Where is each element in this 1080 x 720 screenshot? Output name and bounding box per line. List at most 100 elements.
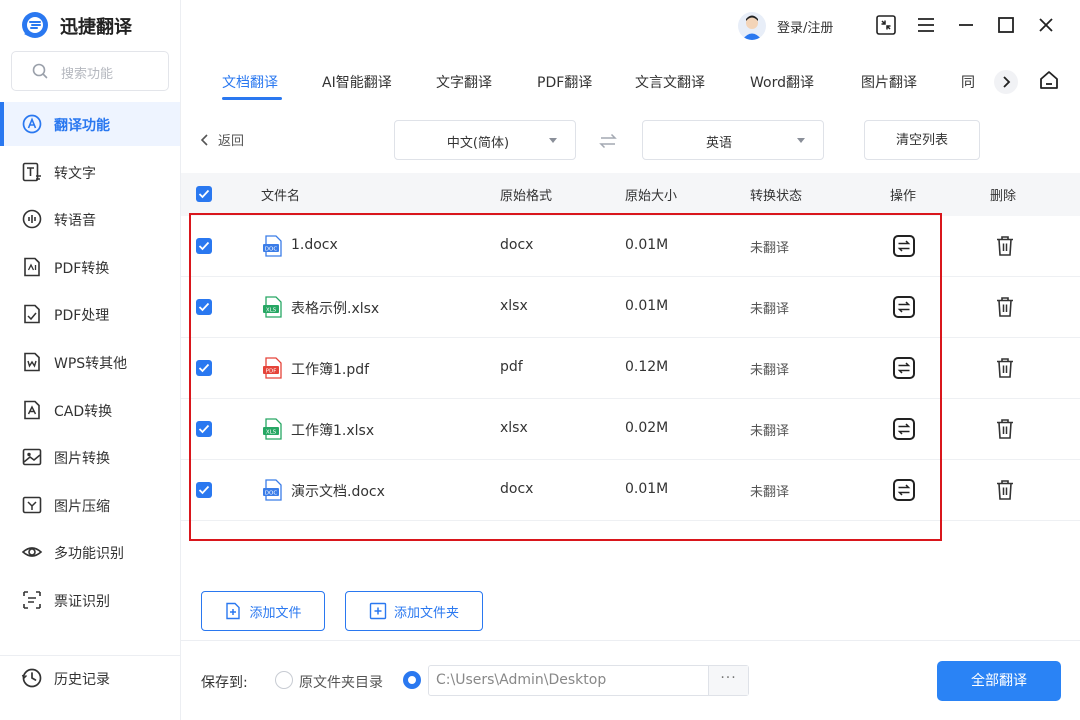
maximize-icon[interactable] <box>994 13 1018 37</box>
trash-icon[interactable] <box>994 417 1016 441</box>
swap-arrows-icon <box>897 301 911 313</box>
search-box[interactable]: 搜索功能 <box>11 51 169 91</box>
file-format: xlsx <box>500 420 528 436</box>
row-checkbox[interactable] <box>196 299 212 315</box>
translate-row-button[interactable] <box>893 235 915 257</box>
translate-row-button[interactable] <box>893 296 915 318</box>
table-row[interactable]: PDF 工作簿1.pdf pdf 0.12M 未翻译 <box>181 338 1080 399</box>
xls-file-icon: XLS <box>263 296 282 318</box>
sidebar-item-cad[interactable]: CAD转换 <box>0 388 180 432</box>
trash-icon[interactable] <box>994 234 1016 258</box>
tab-text[interactable]: 文字翻译 <box>436 72 492 92</box>
cad-icon <box>24 400 40 419</box>
source-language-select[interactable]: 中文(简体) <box>394 120 576 160</box>
sidebar-item-label: 图片转换 <box>54 451 110 468</box>
svg-text:PDF: PDF <box>266 368 277 374</box>
sidebar-item-label: PDF转换 <box>54 260 110 277</box>
swap-icon[interactable] <box>598 131 618 151</box>
radio-custom-path[interactable] <box>403 671 421 689</box>
wps-icon <box>24 352 40 372</box>
home-icon[interactable] <box>1037 68 1061 92</box>
row-checkbox[interactable] <box>196 238 212 254</box>
tab-classical[interactable]: 文言文翻译 <box>635 72 705 92</box>
minimize-icon[interactable] <box>954 13 978 37</box>
status-text: 未翻译 <box>750 302 790 317</box>
image-convert-icon <box>22 448 42 466</box>
target-language-select[interactable]: 英语 <box>642 120 824 160</box>
sidebar-item-text-convert[interactable]: 转文字 <box>0 150 180 194</box>
sidebar-item-pdf-convert[interactable]: PDF转换 <box>0 245 180 289</box>
app-logo-icon <box>22 12 48 38</box>
sidebar-item-image-convert[interactable]: 图片转换 <box>0 435 180 479</box>
back-button[interactable]: 返回 <box>200 130 244 149</box>
sidebar-item-pdf-process[interactable]: PDF处理 <box>0 292 180 336</box>
tab-bar: 文档翻译 AI智能翻译 文字翻译 PDF翻译 文言文翻译 Word翻译 图片翻译… <box>181 60 1080 110</box>
sidebar-item-label: 历史记录 <box>54 672 110 688</box>
add-folder-icon <box>369 602 387 620</box>
sidebar: 迅捷翻译 搜索功能 翻译功能 转文字 转语音 PDF转换 PDF处理 WPS转其他 CAD转… <box>0 0 181 720</box>
translate-row-button[interactable] <box>893 418 915 440</box>
tab-more[interactable]: 同 <box>961 72 975 92</box>
file-name: 表格示例.xlsx <box>291 301 380 317</box>
sidebar-item-eye[interactable]: 多功能识别 <box>0 530 180 574</box>
select-all-checkbox[interactable] <box>196 186 212 202</box>
login-label: 登录/注册 <box>777 20 834 36</box>
sidebar-item-history[interactable]: 历史记录 <box>0 655 180 699</box>
image-compress-icon <box>22 496 42 514</box>
translate-row-button[interactable] <box>893 479 915 501</box>
table-row[interactable]: XLS 工作簿1.xlsx xlsx 0.02M 未翻译 <box>181 399 1080 460</box>
sidebar-item-label: WPS转其他 <box>54 356 128 372</box>
add-folder-button[interactable]: 添加文件夹 <box>345 591 483 631</box>
row-checkbox[interactable] <box>196 482 212 498</box>
trash-icon[interactable] <box>994 478 1016 502</box>
radio-source-folder[interactable] <box>275 671 293 689</box>
chevron-down-icon <box>797 138 805 143</box>
header-size: 原始大小 <box>625 189 678 204</box>
menu-icon[interactable] <box>914 13 938 37</box>
sidebar-item-ticket[interactable]: 票证识别 <box>0 578 180 622</box>
file-format: pdf <box>500 359 523 375</box>
table-row[interactable]: DOC 演示文档.docx docx 0.01M 未翻译 <box>181 460 1080 521</box>
search-input[interactable]: 搜索功能 <box>61 63 113 82</box>
status-text: 未翻译 <box>750 363 790 378</box>
check-icon <box>198 485 210 495</box>
row-checkbox[interactable] <box>196 360 212 376</box>
source-folder-label: 原文件夹目录 <box>299 675 383 691</box>
status-text: 未翻译 <box>750 424 790 439</box>
sidebar-item-image-compress[interactable]: 图片压缩 <box>0 483 180 527</box>
tab-image[interactable]: 图片翻译 <box>861 72 917 92</box>
add-file-button[interactable]: 添加文件 <box>201 591 325 631</box>
tab-word[interactable]: Word翻译 <box>750 72 814 92</box>
sidebar-item-label: 翻译功能 <box>54 118 110 134</box>
back-label: 返回 <box>218 134 245 149</box>
file-size: 0.01M <box>625 237 669 253</box>
table-row[interactable]: XLS 表格示例.xlsx xlsx 0.01M 未翻译 <box>181 277 1080 338</box>
sidebar-item-wps[interactable]: WPS转其他 <box>0 340 180 384</box>
swap-arrows-icon <box>897 362 911 374</box>
login-button[interactable]: 登录/注册 <box>738 10 833 42</box>
tab-pdf[interactable]: PDF翻译 <box>537 72 592 92</box>
row-checkbox[interactable] <box>196 421 212 437</box>
translate-all-button[interactable]: 全部翻译 <box>937 661 1061 701</box>
tab-document[interactable]: 文档翻译 <box>222 72 278 92</box>
save-path-field[interactable]: C:\Users\Admin\Desktop ··· <box>428 665 749 696</box>
tab-scroll-button[interactable] <box>994 70 1018 94</box>
trash-icon[interactable] <box>994 356 1016 380</box>
tab-ai[interactable]: AI智能翻译 <box>322 72 392 92</box>
swap-arrows-icon <box>897 423 911 435</box>
sidebar-item-voice[interactable]: 转语音 <box>0 197 180 241</box>
doc-file-icon: DOC <box>263 235 282 257</box>
translate-row-button[interactable] <box>893 357 915 379</box>
shrink-icon[interactable] <box>874 13 898 37</box>
sidebar-item-translate[interactable]: 翻译功能 <box>0 102 180 146</box>
trash-icon[interactable] <box>994 295 1016 319</box>
file-size: 0.01M <box>625 298 669 314</box>
add-file-icon <box>226 602 241 620</box>
text-convert-icon <box>22 162 41 181</box>
clear-list-button[interactable]: 清空列表 <box>864 120 980 160</box>
browse-button[interactable]: ··· <box>708 666 748 695</box>
active-indicator <box>0 102 4 146</box>
eye-icon <box>21 547 43 558</box>
close-icon[interactable] <box>1034 13 1058 37</box>
table-row[interactable]: DOC 1.docx docx 0.01M 未翻译 <box>181 216 1080 277</box>
